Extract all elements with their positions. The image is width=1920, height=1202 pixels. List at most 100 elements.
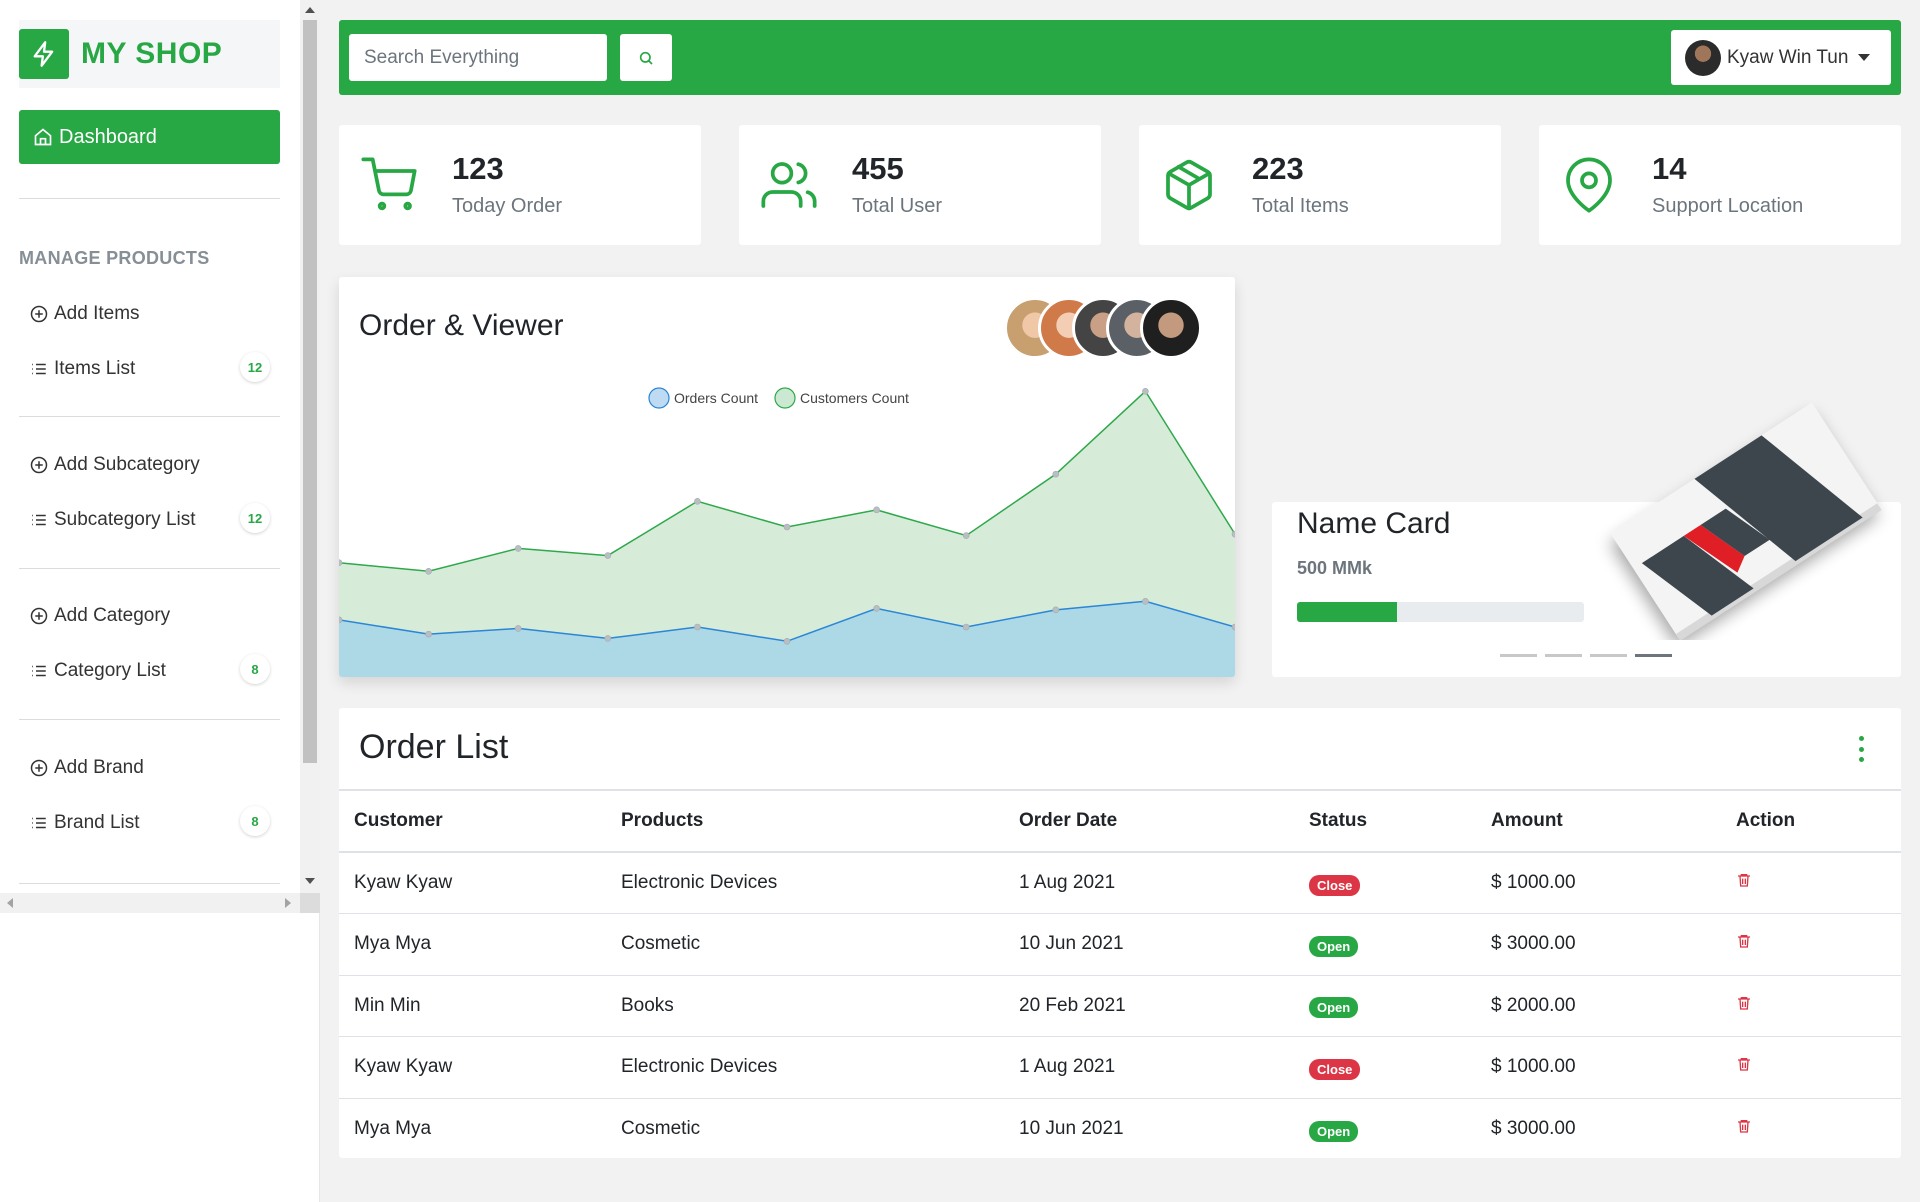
column-header[interactable]: Order Date: [1004, 791, 1294, 853]
cell-date: 1 Aug 2021: [1004, 1036, 1294, 1099]
carousel-indicator[interactable]: [1545, 654, 1582, 657]
trash-icon[interactable]: [1736, 1117, 1752, 1141]
search-icon: [639, 51, 653, 65]
sidebar-item-label: Add Brand: [54, 757, 144, 778]
scroll-left-arrow-icon[interactable]: [7, 898, 13, 908]
table-row[interactable]: Kyaw Kyaw Electronic Devices 1 Aug 2021 …: [339, 852, 1901, 914]
trash-icon[interactable]: [1736, 994, 1752, 1018]
data-point[interactable]: [1142, 597, 1149, 605]
scrollbar-thumb[interactable]: [303, 20, 317, 763]
stat-value: 223: [1252, 151, 1304, 186]
carousel-indicator[interactable]: [1590, 654, 1627, 657]
carousel-indicator[interactable]: [1635, 654, 1672, 657]
data-point[interactable]: [425, 630, 432, 638]
count-badge: 8: [240, 654, 270, 684]
stat-value: 455: [852, 151, 904, 186]
scroll-down-arrow-icon[interactable]: [305, 878, 315, 884]
column-header[interactable]: Action: [1721, 791, 1901, 853]
stat-card-locations: 14 Support Location: [1539, 125, 1901, 245]
data-point[interactable]: [694, 497, 701, 505]
table-row[interactable]: Mya Mya Cosmetic 10 Jun 2021 Open $ 3000…: [339, 913, 1901, 976]
status-badge: Open: [1309, 935, 1359, 957]
scroll-right-arrow-icon[interactable]: [285, 898, 291, 908]
scroll-up-arrow-icon[interactable]: [305, 7, 315, 13]
more-options-icon[interactable]: [1851, 734, 1871, 764]
trash-icon[interactable]: [1736, 871, 1752, 895]
cell-product: Books: [606, 975, 1004, 1037]
data-point[interactable]: [873, 605, 880, 612]
avatar: [1685, 39, 1721, 76]
user-menu-button[interactable]: Kyaw Win Tun: [1671, 30, 1891, 85]
trash-icon[interactable]: [1736, 932, 1752, 956]
search-input[interactable]: [349, 34, 607, 81]
sidebar-vertical-scrollbar[interactable]: [300, 0, 320, 893]
progress-bar: [1297, 602, 1584, 622]
status-badge: Open: [1309, 1120, 1359, 1142]
column-header[interactable]: Amount: [1476, 791, 1721, 853]
sidebar-item-add-items[interactable]: Add Items: [30, 299, 270, 329]
sidebar-item-label: Add Category: [54, 605, 171, 626]
legend-label[interactable]: Orders Count: [674, 390, 758, 406]
data-point[interactable]: [962, 623, 970, 631]
cell-product: Cosmetic: [606, 913, 1004, 976]
cell-product: Electronic Devices: [606, 1036, 1004, 1099]
caret-down-icon: [1858, 54, 1871, 61]
progress-fill: [1297, 602, 1398, 622]
sidebar-item-items-list[interactable]: Items List 12: [30, 352, 270, 384]
data-point[interactable]: [694, 623, 701, 631]
sidebar-item-category-list[interactable]: Category List 8: [30, 654, 270, 686]
divider: [19, 568, 280, 569]
data-point[interactable]: [514, 625, 522, 632]
sidebar-item-brand-list[interactable]: Brand List 8: [30, 806, 270, 838]
cell-amount: $ 3000.00: [1491, 1118, 1576, 1139]
column-header[interactable]: Products: [606, 791, 1004, 853]
carousel-indicator[interactable]: [1500, 654, 1537, 657]
legend-marker[interactable]: [774, 387, 796, 409]
data-point[interactable]: [514, 545, 522, 552]
sidebar-item-subcategory-list[interactable]: Subcategory List 12: [30, 503, 270, 535]
sidebar-item-add-category[interactable]: Add Category: [30, 601, 270, 631]
sidebar-item-add-brand[interactable]: Add Brand: [30, 753, 270, 783]
table-row[interactable]: Min Min Books 20 Feb 2021 Open $ 2000.00: [339, 975, 1901, 1037]
trash-icon[interactable]: [1736, 1055, 1752, 1079]
data-point[interactable]: [873, 506, 880, 514]
data-point[interactable]: [1052, 470, 1060, 478]
stat-label: Total Items: [1252, 195, 1349, 217]
legend-label[interactable]: Customers Count: [800, 390, 909, 406]
sidebar-item-label: Brand List: [54, 812, 140, 833]
cell-customer: Mya Mya: [339, 913, 606, 976]
cell-date: 20 Feb 2021: [1004, 975, 1294, 1037]
data-point[interactable]: [1052, 606, 1060, 614]
order-list-card: Order List Customer Products Order Date …: [339, 708, 1901, 1158]
search-button[interactable]: [620, 34, 672, 81]
order-table: Customer Products Order Date Status Amou…: [339, 791, 1901, 1160]
home-icon: [34, 128, 52, 146]
data-point[interactable]: [783, 523, 791, 531]
table-row[interactable]: Mya Mya Cosmetic 10 Jun 2021 Open $ 3000…: [339, 1098, 1901, 1160]
data-point[interactable]: [1142, 387, 1149, 395]
data-point[interactable]: [604, 552, 612, 559]
sidebar-item-add-subcategory[interactable]: Add Subcategory: [30, 450, 270, 480]
sidebar: MY SHOP Dashboard MANAGE PRODUCTS Add It…: [0, 0, 320, 1202]
data-point[interactable]: [425, 567, 432, 575]
legend-marker[interactable]: [648, 387, 670, 409]
avatar[interactable]: [1140, 297, 1202, 359]
dashboard-nav-button[interactable]: Dashboard: [19, 110, 280, 164]
order-viewer-chart-card: Orders Count Customers Count Order & View…: [339, 277, 1235, 677]
list-icon: [32, 514, 46, 526]
scrollbar-corner: [300, 893, 320, 913]
data-point[interactable]: [783, 637, 791, 645]
cell-product: Electronic Devices: [606, 852, 1004, 914]
column-header[interactable]: Customer: [339, 791, 606, 853]
count-badge: 12: [240, 503, 270, 533]
sidebar-horizontal-scrollbar[interactable]: [0, 893, 300, 913]
data-point[interactable]: [962, 532, 970, 539]
plus-circle-icon: [30, 759, 48, 777]
data-point[interactable]: [604, 635, 612, 642]
order-list-title: Order List: [359, 728, 509, 766]
list-icon: [32, 817, 46, 829]
table-row[interactable]: Kyaw Kyaw Electronic Devices 1 Aug 2021 …: [339, 1036, 1901, 1099]
brand-logo[interactable]: MY SHOP: [19, 20, 280, 88]
name-card-image: [1610, 402, 1882, 640]
column-header[interactable]: Status: [1294, 791, 1476, 853]
